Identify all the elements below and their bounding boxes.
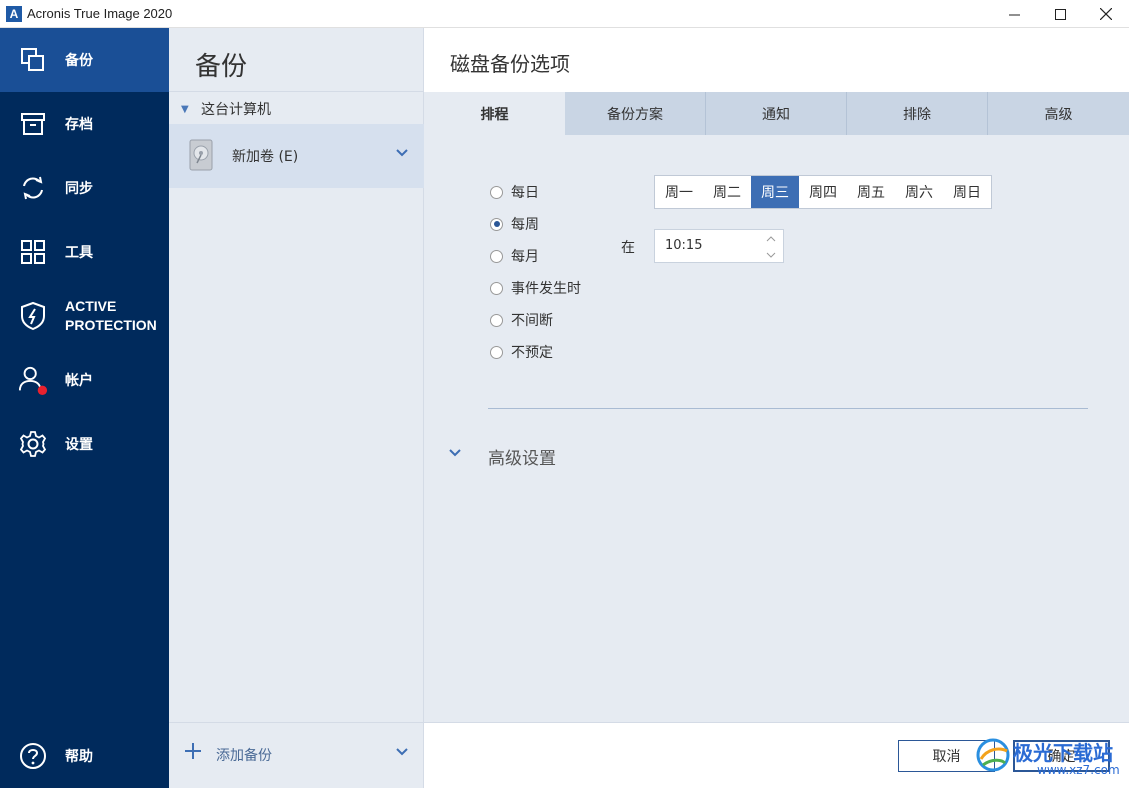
page-title: 磁盘备份选项 — [450, 52, 570, 76]
plus-icon[interactable] — [183, 741, 203, 761]
radio-label: 不预定 — [511, 345, 553, 361]
radio-daily[interactable]: 每日 — [490, 182, 539, 202]
close-window-button[interactable] — [1083, 0, 1129, 28]
minimize-icon — [1008, 14, 1020, 15]
backup-name: 新加卷 (E) — [232, 149, 299, 165]
sidebar: 备份 存档 同步 工具 ACTIVE PROTECTION 帐户 设置 帮助 — [0, 28, 169, 788]
radio-monthly[interactable]: 每月 — [490, 246, 539, 266]
title-bar: A Acronis True Image 2020 — [0, 0, 1129, 28]
radio-label: 每周 — [511, 217, 539, 233]
backup-list-panel: 备份 ▼ 这台计算机 新加卷 (E) 添加备份 — [169, 28, 424, 788]
radio-button[interactable] — [490, 281, 503, 295]
radio-button[interactable] — [490, 249, 503, 263]
radio-no-schedule[interactable]: 不预定 — [490, 342, 553, 362]
sidebar-item-label: 帐户 — [65, 371, 93, 388]
tab-backup-scheme[interactable]: 备份方案 — [565, 92, 706, 135]
sidebar-item-label: 工具 — [65, 243, 93, 260]
sync-icon — [18, 173, 48, 203]
sidebar-item-active-protection[interactable]: ACTIVE PROTECTION — [0, 284, 169, 348]
disk-icon — [189, 139, 213, 171]
at-label: 在 — [621, 240, 635, 256]
radio-button[interactable] — [490, 313, 503, 327]
radio-nonstop[interactable]: 不间断 — [490, 310, 553, 330]
spin-up-button[interactable] — [759, 231, 783, 246]
radio-button[interactable] — [490, 217, 503, 231]
watermark: 极光下载站 www.xz7.com — [975, 733, 1125, 783]
options-panel: 磁盘备份选项 排程 备份方案 通知 排除 高级 每日 每周 每月 事件发生时 不… — [424, 28, 1129, 788]
radio-button[interactable] — [490, 345, 503, 359]
radio-weekly[interactable]: 每周 — [490, 214, 539, 234]
group-header[interactable]: ▼ 这台计算机 — [169, 94, 424, 124]
day-tuesday[interactable]: 周二 — [703, 176, 751, 208]
maximize-button[interactable] — [1037, 0, 1083, 28]
watermark-text: 极光下载站 — [1013, 741, 1113, 765]
sidebar-item-label: 同步 — [65, 179, 93, 196]
tab-schedule[interactable]: 排程 — [424, 92, 565, 135]
watermark-logo-icon — [976, 738, 1010, 772]
add-backup-bar: 添加备份 — [169, 722, 424, 788]
divider — [169, 91, 424, 92]
tab-exclusions[interactable]: 排除 — [847, 92, 988, 135]
chevron-down-icon[interactable] — [395, 146, 409, 160]
chevron-down-icon[interactable] — [448, 446, 462, 460]
minimize-button[interactable] — [991, 0, 1037, 28]
time-input[interactable]: 10:15 — [654, 229, 784, 263]
help-icon — [18, 741, 48, 771]
advanced-settings-toggle[interactable]: 高级设置 — [488, 444, 556, 469]
time-value[interactable]: 10:15 — [665, 238, 702, 253]
day-saturday[interactable]: 周六 — [895, 176, 943, 208]
sidebar-item-settings[interactable]: 设置 — [0, 412, 169, 476]
chevron-down-icon — [766, 252, 776, 258]
spin-down-button[interactable] — [759, 247, 783, 262]
caret-down-icon: ▼ — [181, 103, 189, 115]
day-friday[interactable]: 周五 — [847, 176, 895, 208]
tab-notifications[interactable]: 通知 — [706, 92, 847, 135]
watermark-url: www.xz7.com — [1037, 763, 1120, 777]
chevron-down-icon[interactable] — [395, 745, 409, 759]
copy-icon — [18, 45, 48, 75]
account-icon — [18, 365, 48, 395]
window-title: Acronis True Image 2020 — [27, 6, 173, 21]
day-wednesday[interactable]: 周三 — [751, 176, 799, 208]
radio-on-event[interactable]: 事件发生时 — [490, 278, 581, 298]
maximize-icon — [1054, 8, 1066, 20]
close-icon — [1100, 8, 1112, 20]
sidebar-item-label: 存档 — [65, 115, 93, 132]
help-label: 帮助 — [65, 747, 93, 764]
radio-label: 不间断 — [511, 313, 553, 329]
gear-icon — [18, 429, 48, 459]
grid-icon — [18, 237, 48, 267]
sidebar-item-archive[interactable]: 存档 — [0, 92, 169, 156]
sidebar-item-sync[interactable]: 同步 — [0, 156, 169, 220]
divider — [488, 408, 1088, 409]
day-monday[interactable]: 周一 — [655, 176, 703, 208]
group-label: 这台计算机 — [201, 102, 271, 118]
schedule-content: 每日 每周 每月 事件发生时 不间断 不预定 周一 周二 周三 周四 周五 周六… — [424, 135, 1129, 722]
weekday-selector: 周一 周二 周三 周四 周五 周六 周日 — [654, 175, 992, 209]
sidebar-item-label: ACTIVE PROTECTION — [65, 298, 157, 333]
backup-list-item[interactable]: 新加卷 (E) — [169, 124, 424, 188]
sidebar-item-label: 设置 — [65, 435, 93, 452]
add-backup-button[interactable]: 添加备份 — [216, 745, 272, 765]
panel-title: 备份 — [195, 52, 248, 82]
sidebar-item-help[interactable]: 帮助 — [0, 724, 169, 788]
shield-icon — [18, 301, 48, 331]
sidebar-item-label: 备份 — [65, 51, 93, 68]
chevron-up-icon — [766, 235, 776, 241]
sidebar-item-backup[interactable]: 备份 — [0, 28, 169, 92]
day-sunday[interactable]: 周日 — [943, 176, 991, 208]
archive-icon — [18, 109, 48, 139]
sidebar-item-account[interactable]: 帐户 — [0, 348, 169, 412]
sidebar-item-tools[interactable]: 工具 — [0, 220, 169, 284]
app-logo-icon: A — [6, 6, 22, 22]
radio-label: 每日 — [511, 185, 539, 201]
day-thursday[interactable]: 周四 — [799, 176, 847, 208]
radio-label: 每月 — [511, 249, 539, 265]
radio-label: 事件发生时 — [511, 281, 581, 297]
radio-button[interactable] — [490, 185, 503, 199]
tab-bar: 排程 备份方案 通知 排除 高级 — [424, 92, 1129, 135]
tab-advanced[interactable]: 高级 — [988, 92, 1129, 135]
